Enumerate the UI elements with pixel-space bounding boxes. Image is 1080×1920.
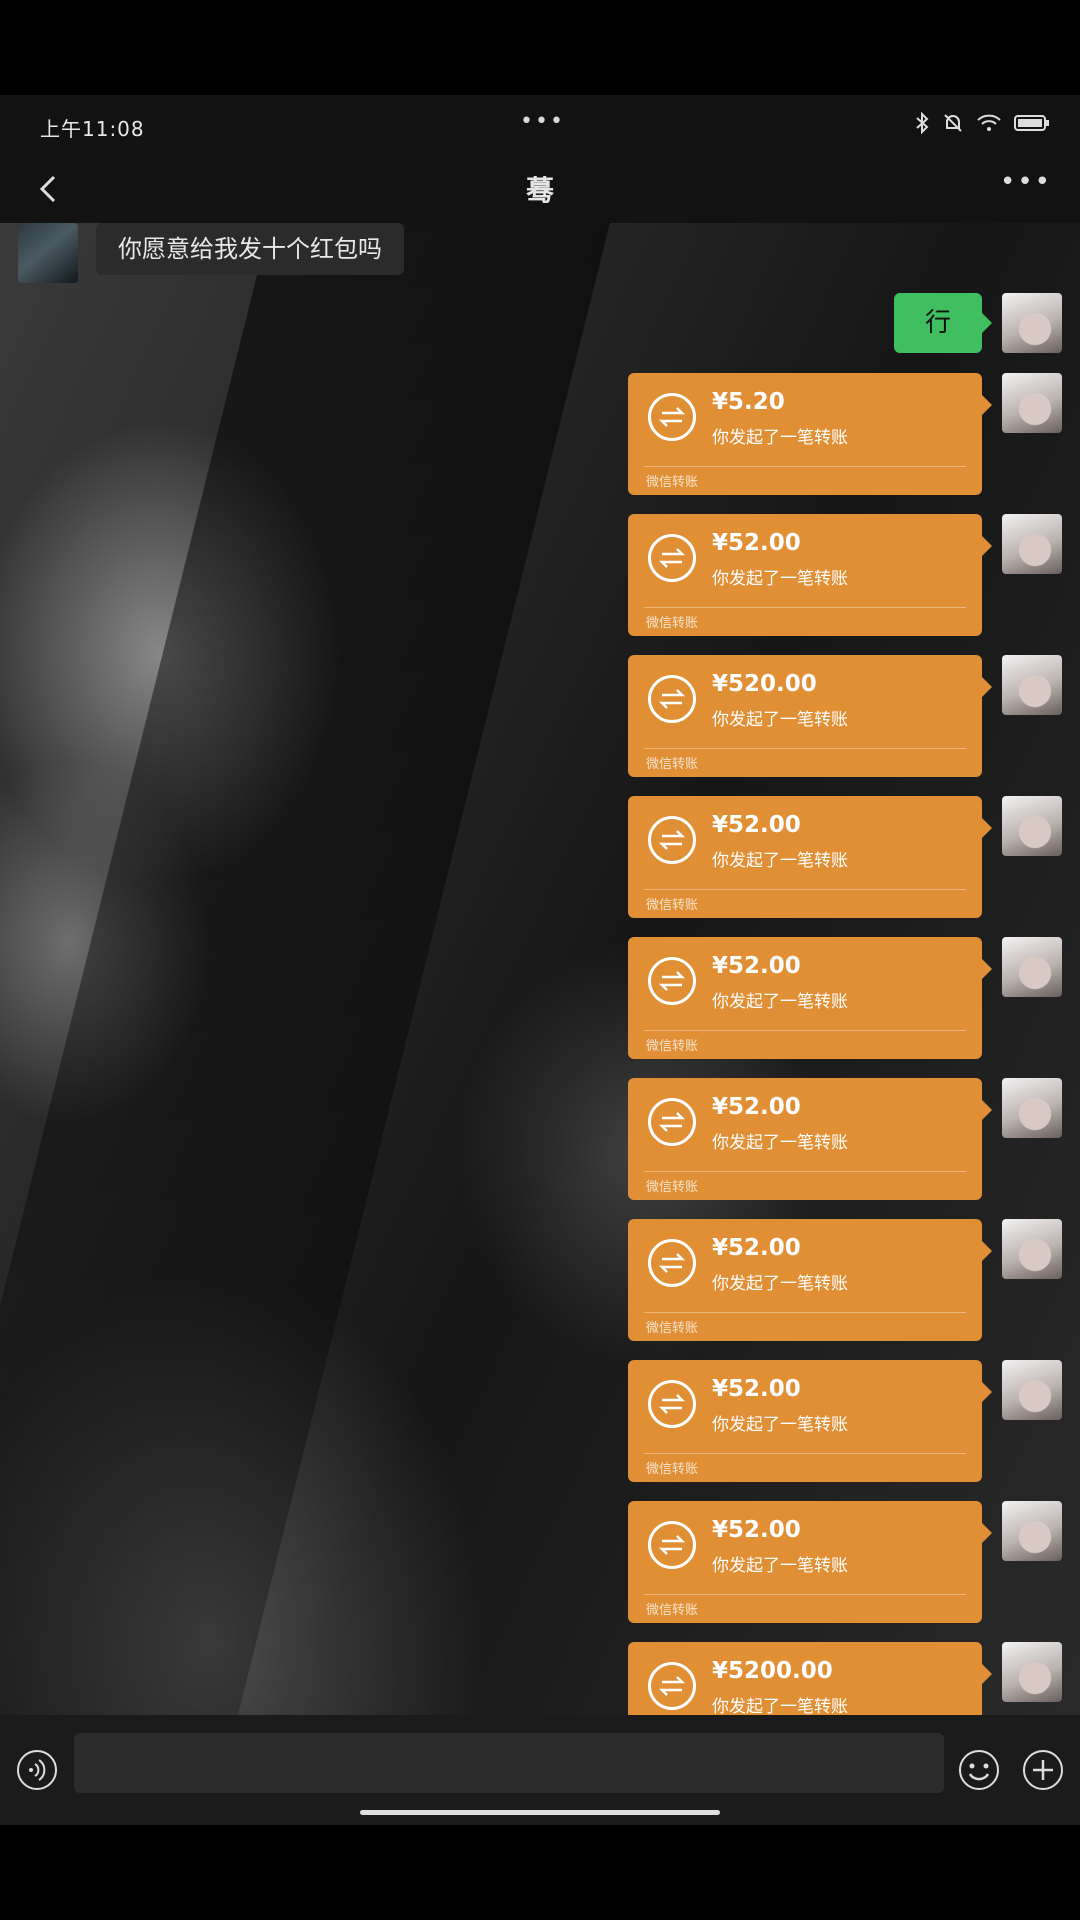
transfer-divider bbox=[644, 1030, 966, 1031]
transfer-footer: 微信转账 bbox=[646, 898, 699, 913]
letterbox-top bbox=[0, 0, 1080, 95]
status-bar: 上午11:08 ••• bbox=[0, 95, 1080, 157]
multitask-dots: ••• bbox=[520, 109, 565, 134]
transfer-card[interactable]: ¥52.00 你发起了一笔转账微信转账 bbox=[628, 1078, 992, 1200]
transfer-card[interactable]: ¥520.00 你发起了一笔转账微信转账 bbox=[628, 655, 992, 777]
transfer-footer: 微信转账 bbox=[646, 757, 699, 772]
transfer-arrows-icon bbox=[648, 957, 696, 1005]
status-icons bbox=[914, 111, 1050, 135]
transfer-card[interactable]: ¥52.00 你发起了一笔转账微信转账 bbox=[628, 514, 992, 636]
transfer-arrows-icon bbox=[648, 393, 696, 441]
transfer-amount: ¥52.00 bbox=[712, 1094, 801, 1120]
contact-avatar[interactable] bbox=[18, 223, 78, 283]
chat-header: 蓦 ••• bbox=[0, 157, 1080, 223]
bluetooth-icon bbox=[914, 111, 930, 135]
transfer-amount: ¥5.20 bbox=[712, 389, 785, 415]
home-indicator[interactable] bbox=[360, 1810, 720, 1815]
transfer-divider bbox=[644, 889, 966, 890]
transfer-arrows-icon bbox=[648, 675, 696, 723]
my-avatar[interactable] bbox=[1002, 373, 1062, 433]
transfer-description: 你发起了一笔转账 bbox=[712, 710, 848, 730]
transfer-description: 你发起了一笔转账 bbox=[712, 1697, 848, 1715]
transfer-divider bbox=[644, 1312, 966, 1313]
my-avatar[interactable] bbox=[1002, 1501, 1062, 1561]
my-avatar[interactable] bbox=[1002, 293, 1062, 353]
transfer-amount: ¥5200.00 bbox=[712, 1658, 833, 1684]
transfer-description: 你发起了一笔转账 bbox=[712, 1274, 848, 1294]
transfer-arrows-icon bbox=[648, 1098, 696, 1146]
voice-icon[interactable] bbox=[16, 1749, 58, 1791]
wifi-icon bbox=[976, 113, 1002, 133]
chat-title: 蓦 bbox=[525, 174, 554, 207]
transfer-card[interactable]: ¥5.20 你发起了一笔转账微信转账 bbox=[628, 373, 992, 495]
my-avatar[interactable] bbox=[1002, 1360, 1062, 1420]
transfer-amount: ¥52.00 bbox=[712, 530, 801, 556]
transfer-arrows-icon bbox=[648, 816, 696, 864]
emoji-icon[interactable] bbox=[958, 1749, 1000, 1791]
transfer-footer: 微信转账 bbox=[646, 475, 699, 490]
transfer-footer: 微信转账 bbox=[646, 1039, 699, 1054]
more-options-icon[interactable]: ••• bbox=[1000, 167, 1052, 197]
message-input[interactable] bbox=[74, 1733, 944, 1793]
chat-area[interactable]: 你愿意给我发十个红包吗 行 ¥5.20 你发起了一笔转账 微信转账 ¥52.00 你发起… bbox=[0, 223, 1080, 1715]
transfer-amount: ¥52.00 bbox=[712, 1376, 801, 1402]
transfer-divider bbox=[644, 1594, 966, 1595]
transfer-amount: ¥520.00 bbox=[712, 671, 817, 697]
transfer-description: 你发起了一笔转账 bbox=[712, 1133, 848, 1153]
transfer-arrows-icon bbox=[648, 1239, 696, 1287]
transfer-arrows-icon bbox=[648, 1521, 696, 1569]
transfer-amount: ¥52.00 bbox=[712, 953, 801, 979]
transfer-footer: 微信转账 bbox=[646, 1321, 699, 1336]
transfer-card[interactable]: ¥52.00 你发起了一笔转账微信转账 bbox=[628, 1219, 992, 1341]
my-avatar[interactable] bbox=[1002, 655, 1062, 715]
incoming-message[interactable]: 你愿意给我发十个红包吗 bbox=[96, 223, 404, 275]
transfer-description: 你发起了一笔转账 bbox=[712, 1415, 848, 1435]
transfer-footer: 微信转账 bbox=[646, 1462, 699, 1477]
transfer-card[interactable]: ¥52.00 你发起了一笔转账微信转账 bbox=[628, 796, 992, 918]
my-avatar[interactable] bbox=[1002, 937, 1062, 997]
transfer-arrows-icon bbox=[648, 1380, 696, 1428]
transfer-card[interactable]: ¥5200.00你发起了一笔转账微信转账 bbox=[628, 1642, 992, 1715]
transfer-description: 你发起了一笔转账 bbox=[712, 992, 848, 1012]
transfer-arrows-icon bbox=[648, 1662, 696, 1710]
my-avatar[interactable] bbox=[1002, 1219, 1062, 1279]
my-avatar[interactable] bbox=[1002, 514, 1062, 574]
outgoing-message[interactable]: 行 bbox=[894, 293, 992, 353]
plus-icon[interactable] bbox=[1022, 1749, 1064, 1791]
transfer-description: 你发起了一笔转账 bbox=[712, 1556, 848, 1576]
input-bar bbox=[0, 1715, 1080, 1825]
transfer-divider bbox=[644, 607, 966, 608]
transfer-card[interactable]: ¥52.00 你发起了一笔转账微信转账 bbox=[628, 937, 992, 1059]
transfer-amount: ¥52.00 bbox=[712, 1235, 801, 1261]
my-avatar[interactable] bbox=[1002, 796, 1062, 856]
wallpaper-shadow bbox=[0, 223, 610, 1715]
transfer-divider bbox=[644, 1453, 966, 1454]
transfer-divider bbox=[644, 748, 966, 749]
transfer-card[interactable]: ¥52.00 你发起了一笔转账微信转账 bbox=[628, 1360, 992, 1482]
my-avatar[interactable] bbox=[1002, 1078, 1062, 1138]
transfer-card[interactable]: ¥52.00 你发起了一笔转账微信转账 bbox=[628, 1501, 992, 1623]
transfer-description: 你发起了一笔转账 bbox=[712, 569, 848, 589]
transfer-divider bbox=[644, 1171, 966, 1172]
transfer-description: 你发起了一笔转账 bbox=[712, 428, 848, 448]
transfer-footer: 微信转账 bbox=[646, 1180, 699, 1195]
battery-icon bbox=[1014, 114, 1050, 132]
transfer-footer: 微信转账 bbox=[646, 1603, 699, 1618]
transfer-amount: ¥52.00 bbox=[712, 812, 801, 838]
transfer-amount: ¥52.00 bbox=[712, 1517, 801, 1543]
letterbox-bottom bbox=[0, 1825, 1080, 1920]
transfer-description: 你发起了一笔转账 bbox=[712, 851, 848, 871]
transfer-footer: 微信转账 bbox=[646, 616, 699, 631]
my-avatar[interactable] bbox=[1002, 1642, 1062, 1702]
mute-bell-icon bbox=[942, 112, 964, 134]
status-time: 上午11:08 bbox=[40, 117, 145, 141]
transfer-divider bbox=[644, 466, 966, 467]
transfer-arrows-icon bbox=[648, 534, 696, 582]
